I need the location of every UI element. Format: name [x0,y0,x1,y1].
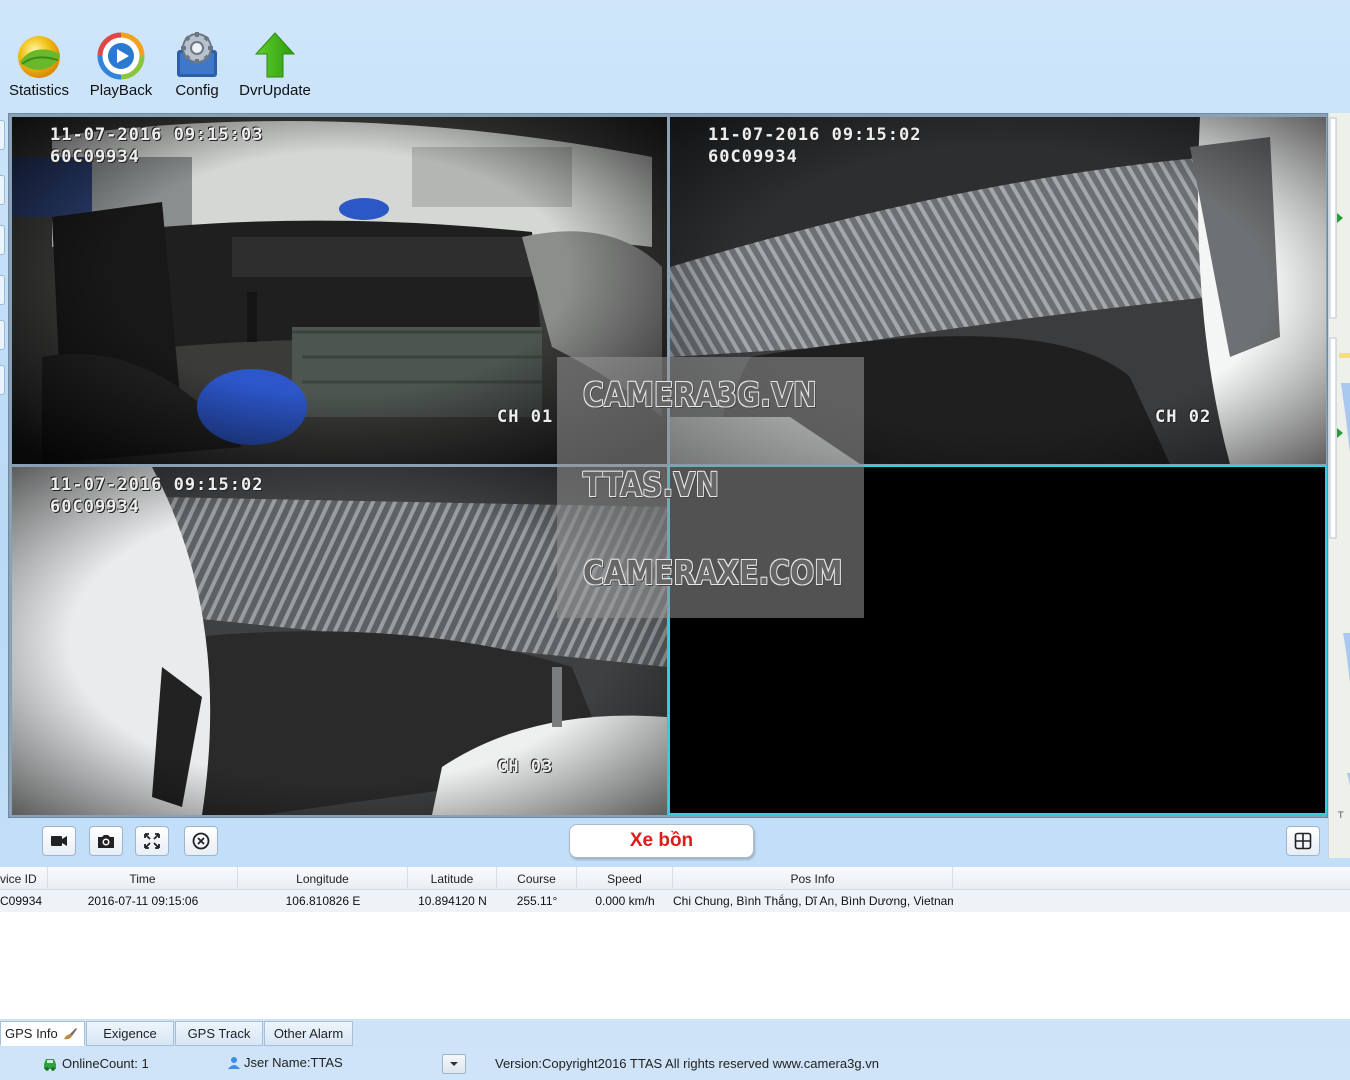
user-icon [228,1057,240,1069]
record-button[interactable] [42,826,76,856]
dvrupdate-icon [254,32,296,78]
col-time[interactable]: Time [48,867,238,890]
col-device-id[interactable]: vice ID [0,867,48,890]
left-edge-tab[interactable] [0,320,5,350]
map-panel-edge[interactable]: T [1328,113,1350,858]
statistics-icon [18,36,60,78]
car-icon [44,1059,56,1071]
playback-label: PlayBack [89,82,153,99]
grid-layout-icon [1294,832,1312,850]
statistics-label: Statistics [8,82,69,99]
record-icon [51,836,67,846]
grid-layout-button[interactable] [1286,826,1320,856]
toolbar: Statistics PlayBack Config DvrUpdate [0,0,1350,110]
bottom-tabs: GPS Info Exigence GPS Track Other Alarm [0,1019,1350,1046]
version-text: Version:Copyright2016 TTAS All rights re… [495,1056,879,1071]
col-course[interactable]: Course [497,867,577,890]
col-latitude[interactable]: Latitude [408,867,497,890]
config-label: Config [175,82,219,99]
left-edge-tab[interactable] [0,275,5,305]
cell-course: 255.11° [516,894,558,908]
chevron-down-icon [450,1062,458,1066]
gps-info-table: vice ID Time Longitude Latitude Course S… [0,867,1350,1019]
vehicle-name-label: Xe bồn [569,824,754,858]
statistics-button[interactable]: Statistics [0,30,79,99]
fullscreen-icon [144,833,160,849]
osd-plate: 60C09934 [50,147,140,167]
table-row[interactable]: C09934 2016-07-11 09:15:06 106.810826 E … [0,890,1350,912]
user-dropdown-button[interactable] [442,1054,466,1074]
col-speed[interactable]: Speed [577,867,673,890]
svg-text:T: T [1337,811,1344,821]
user-name: Jser Name:TTAS [244,1055,343,1070]
dvrupdate-button[interactable]: DvrUpdate [235,30,315,99]
watermark-line-2: TTAS.VN [583,465,720,504]
osd-channel: CH 03 [497,757,554,777]
cell-pos-info: Chi Chung, Bình Thắng, Dĩ An, Bình Dương… [673,894,953,908]
cell-speed: 0.000 km/h [595,894,655,908]
col-pos-info[interactable]: Pos Info [673,867,953,890]
fullscreen-button[interactable] [135,826,169,856]
tab-gps-track[interactable]: GPS Track [175,1021,263,1046]
dvrupdate-label: DvrUpdate [239,82,311,99]
snapshot-icon [98,835,114,848]
watermark: CAMERA3G.VN TTAS.VN CAMERAXE.COM [557,357,864,618]
config-icon [177,32,217,77]
tab-gps-info-label: GPS Info [5,1026,58,1041]
tab-gps-info[interactable]: GPS Info [0,1021,85,1046]
brush-icon [64,1028,77,1040]
status-bar: OnlineCount: 1 Jser Name:TTAS Version:Co… [0,1047,1350,1080]
playback-button[interactable]: PlayBack [81,30,161,99]
cell-latitude: 10.894120 N [418,894,487,908]
osd-plate: 60C09934 [708,147,798,167]
tab-exigence[interactable]: Exigence [86,1021,174,1046]
cell-longitude: 106.810826 E [285,894,361,908]
cell-time: 2016-07-11 09:15:06 [87,894,199,908]
config-button[interactable]: Config [157,30,237,99]
osd-datetime: 11-07-2016 09:15:02 [50,475,264,495]
osd-datetime: 11-07-2016 09:15:02 [708,125,922,145]
left-edge-tab[interactable] [0,365,5,395]
snapshot-button[interactable] [89,826,123,856]
close-all-icon [192,832,210,850]
table-header: vice ID Time Longitude Latitude Course S… [0,867,1350,890]
osd-channel: CH 02 [1155,407,1212,427]
online-count: OnlineCount: 1 [62,1056,149,1071]
left-edge-tab[interactable] [0,225,5,255]
cell-device-id: C09934 [0,894,43,908]
col-longitude[interactable]: Longitude [238,867,408,890]
watermark-line-3: CAMERAXE.COM [583,553,843,592]
osd-channel: CH 01 [497,407,554,427]
osd-plate: 60C09934 [50,497,140,517]
close-all-button[interactable] [184,826,218,856]
left-edge-tab[interactable] [0,120,5,150]
osd-datetime: 11-07-2016 09:15:03 [50,125,264,145]
tab-other-alarm[interactable]: Other Alarm [264,1021,353,1046]
map-preview: T [1329,113,1350,858]
left-edge-tab[interactable] [0,175,5,205]
watermark-line-1: CAMERA3G.VN [583,375,817,414]
playback-icon [97,32,145,80]
